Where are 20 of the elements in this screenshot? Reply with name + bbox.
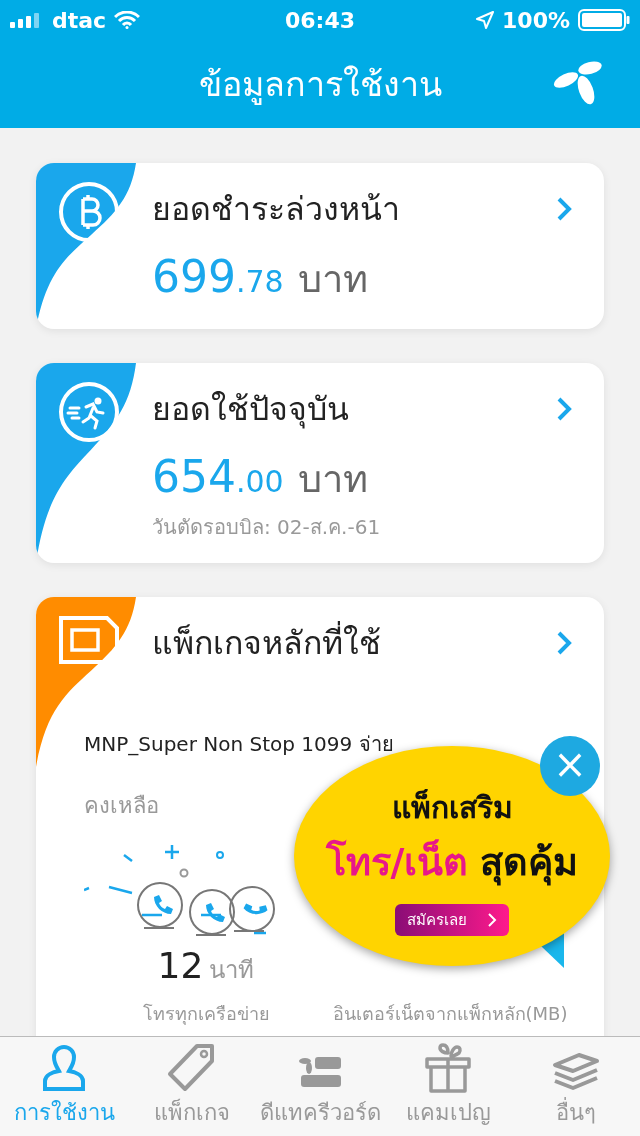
remaining-label: คงเหลือ	[84, 792, 159, 820]
stat-value: 12	[157, 945, 204, 986]
card-title: ยอดชำระล่วงหน้า	[152, 189, 400, 230]
stat-label: โทรทุกเครือข่าย	[142, 1002, 270, 1027]
stat-label: อินเตอร์เน็ตจากแพ็กหลัก(MB)	[332, 1002, 568, 1026]
card-title: ยอดใช้ปัจจุบัน	[152, 389, 349, 431]
promo-highlight: โทร/เน็ต	[325, 838, 469, 886]
amount-value: 654.00	[152, 451, 284, 502]
carrier-name: dtac	[52, 7, 107, 33]
currency-unit: บาท	[297, 456, 368, 503]
card-title: แพ็กเกจหลักที่ใช้	[152, 617, 381, 668]
stat-unit: นาที	[209, 955, 255, 986]
promo-title: แพ็กเสริม	[391, 788, 513, 827]
page-title: ข้อมูลการใช้งาน	[198, 63, 442, 107]
clock: 06:43	[285, 7, 355, 33]
bill-cycle-date: วันตัดรอบบิล: 02-ส.ค.-61	[152, 514, 382, 541]
amount-value: 699.78	[152, 251, 284, 302]
promo-tagline: สุดคุ้ม	[480, 839, 579, 888]
battery-percent: 100%	[502, 7, 570, 33]
currency-unit: บาท	[297, 256, 368, 303]
